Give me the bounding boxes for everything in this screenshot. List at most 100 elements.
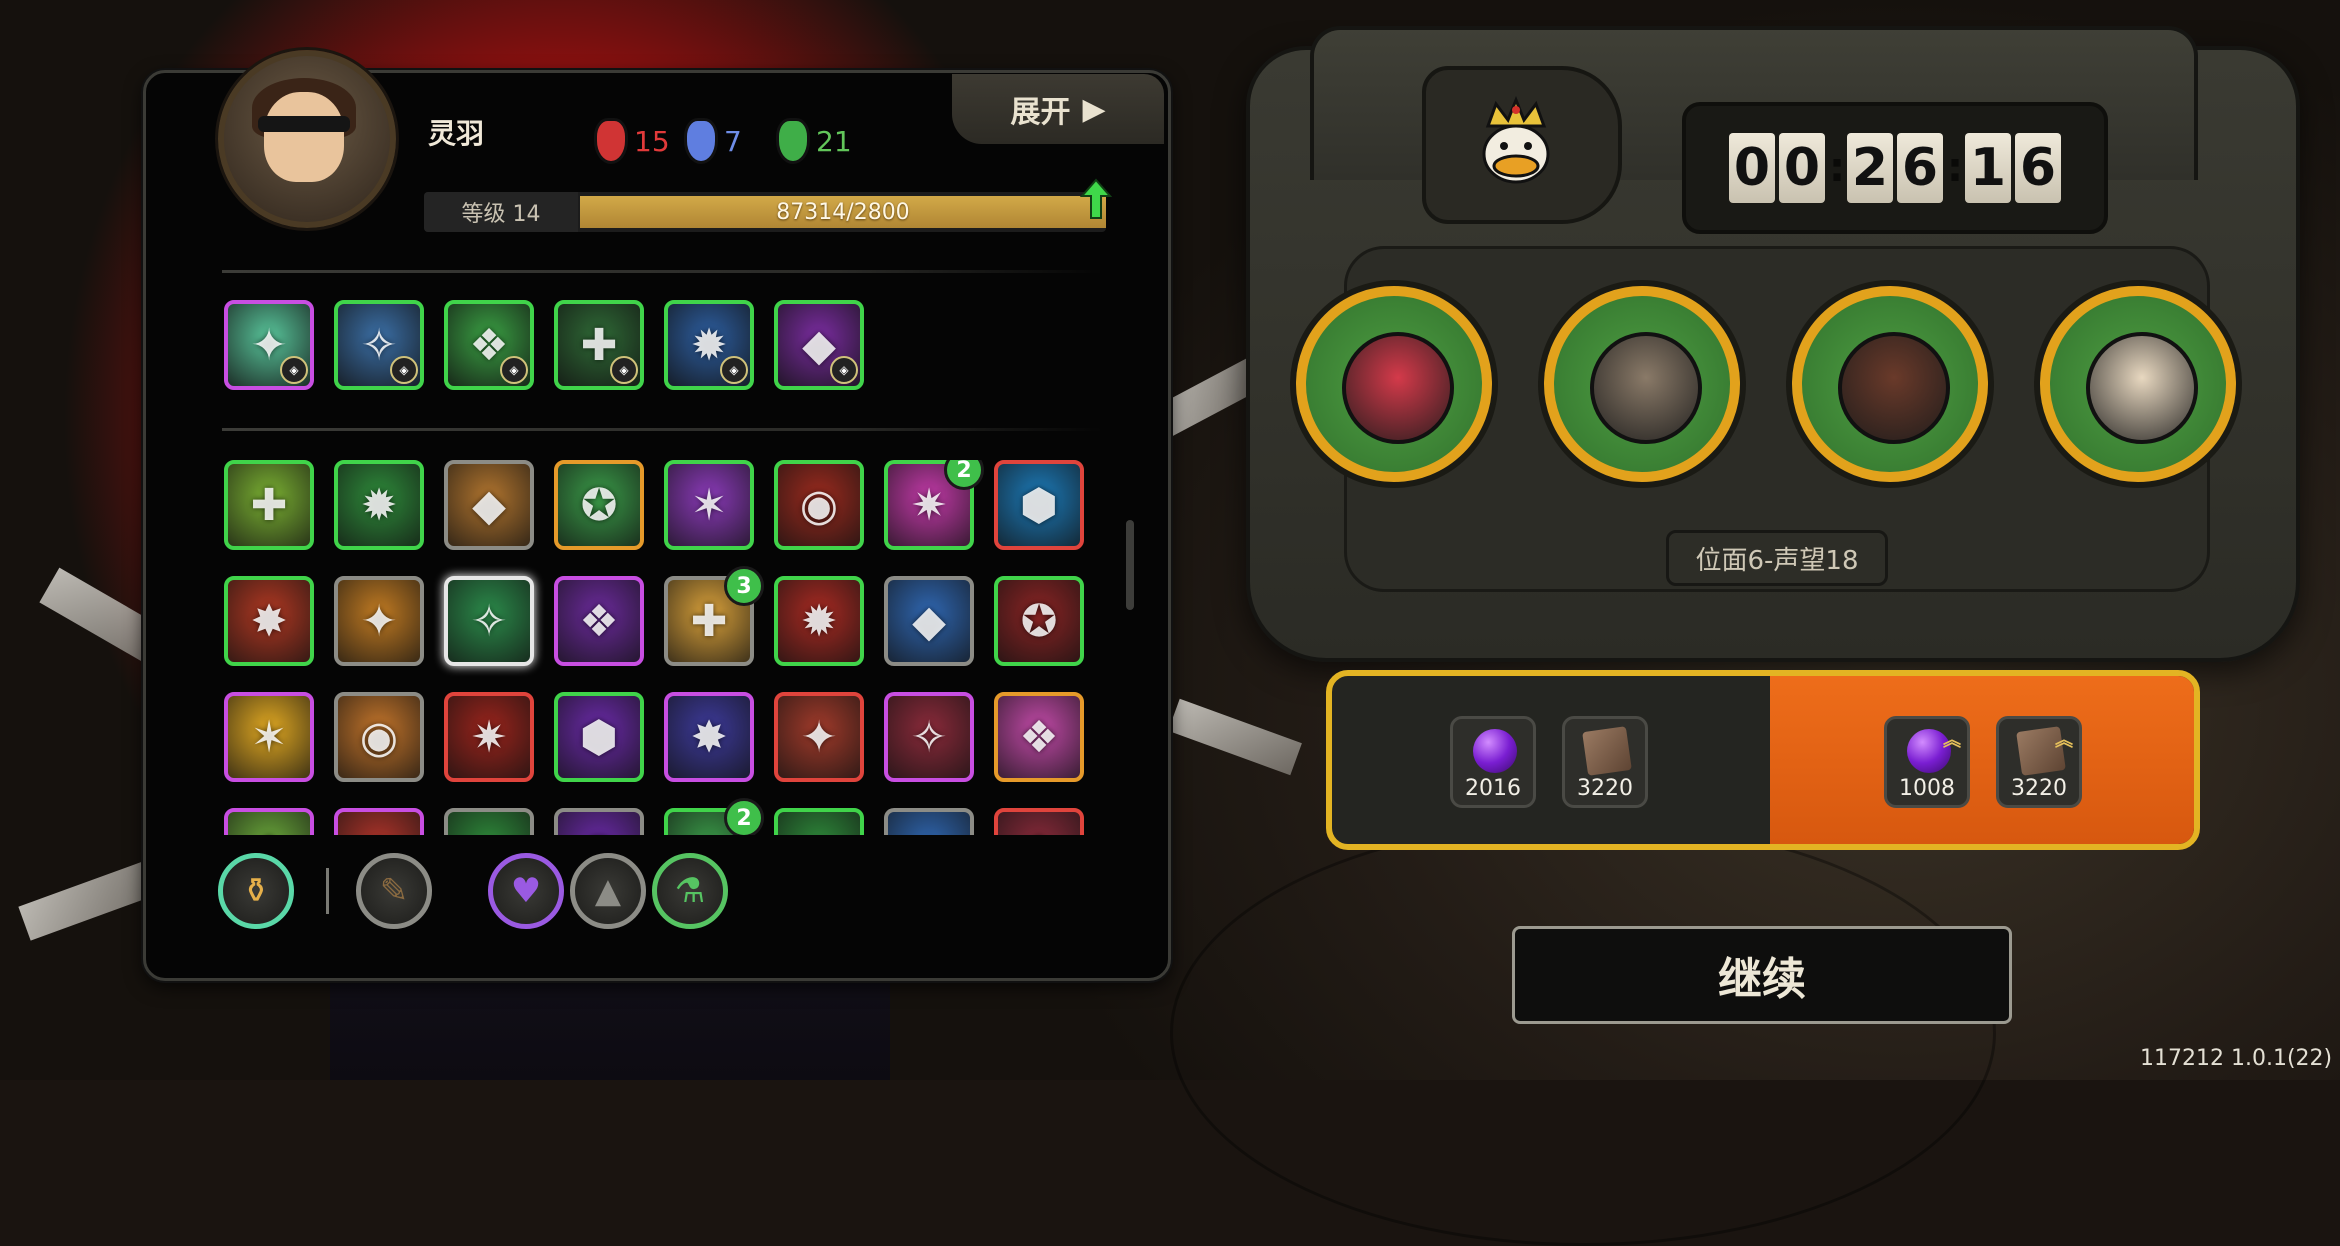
crosshair-icon[interactable]: ✦ ◈: [224, 300, 314, 390]
spikes-icon[interactable]: ✹: [334, 460, 424, 550]
cannon-icon[interactable]: ✶: [224, 692, 314, 782]
scrollbar[interactable]: [1126, 520, 1134, 610]
grasp-icon[interactable]: ✪: [994, 576, 1084, 666]
skill-slot[interactable]: ◆: [884, 576, 974, 666]
avatar-blindfold: [258, 116, 350, 132]
skill-slot[interactable]: ⬢: [994, 460, 1084, 550]
upgrade-arrow-icon: ︽: [1943, 730, 1961, 751]
skill-slot[interactable]: ◉: [334, 692, 424, 782]
skill-slot[interactable]: ⬢: [554, 692, 644, 782]
boss-slot[interactable]: [1296, 286, 1492, 482]
reward-value: 1008: [1899, 776, 1955, 801]
axe-icon[interactable]: ✷: [444, 692, 534, 782]
skill-slot[interactable]: ✹: [334, 460, 424, 550]
skill-slot[interactable]: ✶: [224, 692, 314, 782]
skill-glyph: ✹: [338, 812, 420, 836]
partial-icon-3[interactable]: ◆: [444, 808, 534, 835]
skill-slot[interactable]: ◆: [444, 808, 534, 835]
strike-icon[interactable]: ✧: [884, 692, 974, 782]
skill-slot[interactable]: ✦: [774, 692, 864, 782]
skill-slot[interactable]: ✚ 3: [664, 566, 764, 666]
tower-icon[interactable]: ◉: [334, 692, 424, 782]
skill-slot[interactable]: ✷: [444, 692, 534, 782]
skill-slot[interactable]: ✪: [554, 460, 644, 550]
continue-button[interactable]: 继续: [1512, 926, 2012, 1024]
brush-icon[interactable]: ✎: [356, 853, 432, 929]
flame-icon[interactable]: ✹: [774, 576, 864, 666]
skill-slot[interactable]: ✸: [664, 692, 754, 782]
boss-slot[interactable]: [2040, 286, 2236, 482]
divider: [222, 428, 1102, 431]
skill-slot[interactable]: ✹: [774, 576, 864, 666]
heart-gem-icon[interactable]: ♥: [488, 853, 564, 929]
skill-slot[interactable]: ❖: [554, 576, 644, 666]
cracks-icon[interactable]: ✶: [664, 460, 754, 550]
character-avatar[interactable]: [218, 50, 396, 228]
skill-slot[interactable]: ⬢: [994, 808, 1084, 835]
summon-icon[interactable]: ◆ ◈: [774, 300, 864, 390]
skill-glyph: ✷: [888, 812, 970, 836]
skill-grid[interactable]: ✚ ✹ ◆ ✪ ✶ ◉ ✷2 ⬢ ✸ ✦ ✧ ❖ ✚3 ✹ ◆ ✪ ✶ ◉ ✷ ⬢ ✸ ✦ ✧ ❖ ✚ ✹ ◆ ✪ ✶2 ◉ ✷ ⬢: [224, 460, 1104, 835]
chain-icon[interactable]: ◆: [444, 460, 534, 550]
skill-slot[interactable]: ✚: [224, 808, 314, 835]
level-up-arrow-icon[interactable]: [1080, 178, 1112, 222]
skill-slot[interactable]: ◆: [444, 460, 534, 550]
partial-icon-4[interactable]: ✪: [554, 808, 644, 835]
potion-icon[interactable]: ✸: [664, 692, 754, 782]
skill-slot[interactable]: ✶: [664, 460, 754, 550]
lightning-icon[interactable]: ✹ ◈: [664, 300, 754, 390]
skill-slot[interactable]: ✷: [884, 808, 974, 835]
rune-shield-icon[interactable]: ✦: [774, 692, 864, 782]
bonus-rewards-area[interactable]: [1770, 676, 2194, 844]
skill-slot[interactable]: ✶2: [664, 798, 764, 835]
skill-glyph: ✹: [360, 479, 398, 531]
skill-glyph: ◆: [448, 812, 530, 836]
skill-slot[interactable]: ✪: [994, 576, 1084, 666]
chaos-icon[interactable]: ❖: [554, 576, 644, 666]
stat-blue-value: 7: [724, 124, 742, 158]
skill-slot[interactable]: ✧: [884, 692, 974, 782]
stat-green-value: 21: [816, 124, 852, 158]
skill-slot[interactable]: ✷ 2: [884, 460, 984, 550]
skill-slot[interactable]: ✸: [224, 576, 314, 666]
king-duck-icon: [1482, 95, 1550, 184]
timer-digit: 0: [1779, 133, 1825, 203]
skill-slot[interactable]: ✦: [334, 576, 424, 666]
boss-slot[interactable]: [1792, 286, 1988, 482]
vortex-icon[interactable]: ✸: [224, 576, 314, 666]
skill-slot[interactable]: ◉: [774, 808, 864, 835]
crest-icon[interactable]: ✚ ◈: [554, 300, 644, 390]
partial-icon-6[interactable]: ◉: [774, 808, 864, 835]
eye-burst-icon[interactable]: ◆: [884, 576, 974, 666]
partial-icon-2[interactable]: ✹: [334, 808, 424, 835]
purple-orb-icon: [1473, 729, 1517, 773]
tombstone-icon[interactable]: ✪: [554, 460, 644, 550]
partial-icon-7[interactable]: ✷: [884, 808, 974, 835]
partial-icon-8[interactable]: ⬢: [994, 808, 1084, 835]
skill-glyph: ✶: [250, 711, 288, 763]
emblem-icon[interactable]: ✚: [224, 460, 314, 550]
shield-icon[interactable]: ✧ ◈: [334, 300, 424, 390]
skill-glyph: ✧: [910, 711, 948, 763]
flask-icon[interactable]: ⚗: [652, 853, 728, 929]
skill-slot[interactable]: ✚: [224, 460, 314, 550]
skill-slot[interactable]: ❖: [994, 692, 1084, 782]
arrow-burst-icon[interactable]: ⬢: [554, 692, 644, 782]
claw-icon[interactable]: ❖ ◈: [444, 300, 534, 390]
triangle-gem-icon[interactable]: ▲: [570, 853, 646, 929]
divider: [222, 270, 1102, 273]
skull-icon[interactable]: ❖: [994, 692, 1084, 782]
skill-slot[interactable]: ◉: [774, 460, 864, 550]
partial-icon-1[interactable]: ✚: [224, 808, 314, 835]
crown-box: [1422, 66, 1622, 224]
gear-ring-icon[interactable]: ✦: [334, 576, 424, 666]
skill-slot[interactable]: ✪: [554, 808, 644, 835]
boss-slot[interactable]: [1544, 286, 1740, 482]
skill-slot[interactable]: ✹: [334, 808, 424, 835]
skill-slot[interactable]: ✧: [444, 576, 534, 666]
gourd-icon[interactable]: ⚱: [218, 853, 294, 929]
crystal-icon[interactable]: ✧: [444, 576, 534, 666]
shuriken-icon[interactable]: ⬢: [994, 460, 1084, 550]
beast-icon[interactable]: ◉: [774, 460, 864, 550]
expand-button[interactable]: 展开 ▶: [952, 74, 1164, 144]
